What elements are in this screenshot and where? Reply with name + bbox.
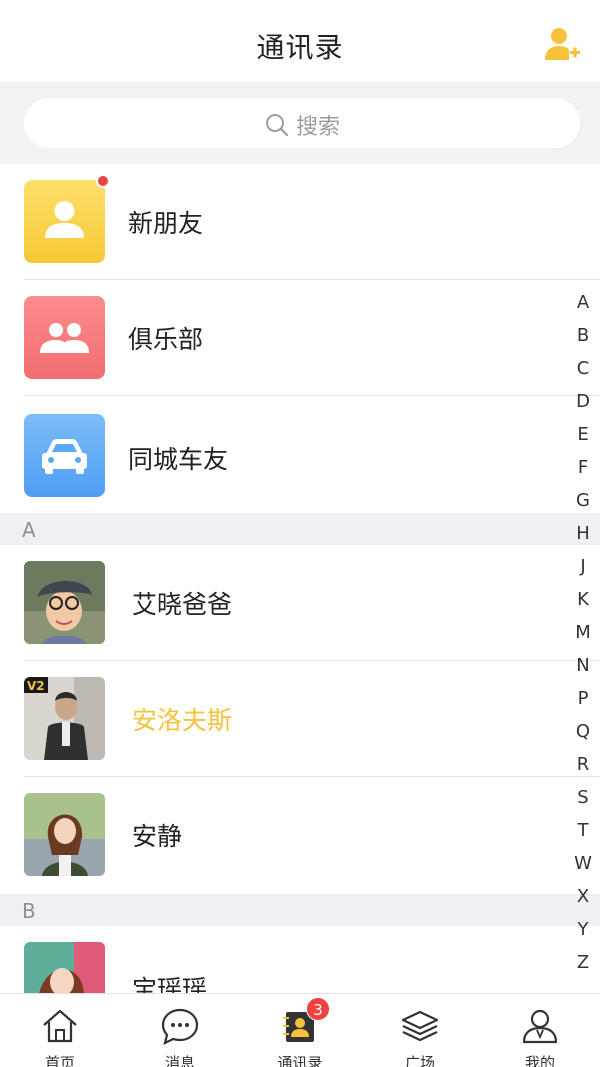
tab-square[interactable]: 广场 [360,994,480,1067]
section-letter: A [22,518,36,542]
avatar: V2 [24,677,105,760]
index-letter-a[interactable]: A [570,286,596,319]
index-letter-y[interactable]: Y [570,913,596,946]
index-letter-f[interactable]: F [570,451,596,484]
index-letter-g[interactable]: G [570,484,596,517]
add-user-icon[interactable] [542,26,582,66]
index-letter-s[interactable]: S [570,781,596,814]
contact-row[interactable]: 宝瑶瑶 [0,926,600,993]
search-area: 搜索 [0,82,600,164]
tab-home[interactable]: 首页 [0,994,120,1067]
page-title: 通讯录 [256,31,344,64]
section-header-b: B [0,894,600,926]
tab-messages[interactable]: 消息 [120,994,240,1067]
new-friend-dot-badge [96,174,110,188]
index-letter-e[interactable]: E [570,418,596,451]
car-icon [24,414,105,497]
tab-label: 我的 [524,1054,555,1067]
index-letter-b[interactable]: B [570,319,596,352]
search-input[interactable]: 搜索 [24,98,580,148]
tab-label: 消息 [164,1054,195,1067]
avatar [24,793,105,876]
index-letter-t[interactable]: T [570,814,596,847]
new-friends-label: 新朋友 [128,209,204,238]
search-icon [264,112,290,138]
index-letter-h[interactable]: H [570,517,596,550]
index-letter-p[interactable]: P [570,682,596,715]
club-label: 俱乐部 [128,325,204,354]
index-letter-j[interactable]: J [570,550,596,583]
bottom-tab-bar: 首页 消息 3 通讯录 广场 我的 [0,993,600,1067]
layers-icon [400,1006,440,1046]
person-icon [24,180,105,263]
club-row[interactable]: 俱乐部 [0,280,600,396]
contact-name: 宝瑶瑶 [132,975,208,993]
tab-contacts[interactable]: 3 通讯录 [240,994,360,1067]
index-letter-w[interactable]: W [570,847,596,880]
tab-label: 广场 [404,1054,435,1067]
section-header-a: A [0,513,600,545]
search-placeholder: 搜索 [295,115,340,140]
avatar [24,561,105,644]
index-letter-k[interactable]: K [570,583,596,616]
local-car-friends-row[interactable]: 同城车友 [0,396,600,512]
contact-row[interactable]: 艾晓爸爸 [0,545,600,661]
contact-name: 安静 [132,822,183,851]
index-letter-m[interactable]: M [570,616,596,649]
new-friends-row[interactable]: 新朋友 [0,164,600,280]
index-letter-c[interactable]: C [570,352,596,385]
chat-bubble-icon [160,1006,200,1046]
group-icon [24,296,105,379]
index-letter-n[interactable]: N [570,649,596,682]
contact-name: 安洛夫斯 [132,706,233,735]
contact-row[interactable]: 安静 [0,777,600,893]
index-letter-x[interactable]: X [570,880,596,913]
tab-label: 首页 [44,1054,75,1067]
tab-label: 通讯录 [277,1054,323,1067]
contact-name: 艾晓爸爸 [132,590,233,619]
profile-icon [520,1006,560,1046]
section-letter: B [22,899,36,923]
home-icon [40,1006,80,1046]
tab-profile[interactable]: 我的 [480,994,600,1067]
index-letter-r[interactable]: R [570,748,596,781]
index-letter-d[interactable]: D [570,385,596,418]
avatar [24,942,105,993]
unread-badge: 3 [306,997,330,1021]
alphabet-index-bar[interactable]: A B C D E F G H J K M N P Q R S T W X Y … [570,286,596,979]
vip-badge: V2 [27,679,45,693]
index-letter-q[interactable]: Q [570,715,596,748]
index-letter-z[interactable]: Z [570,946,596,979]
contact-row[interactable]: V2 安洛夫斯 [0,661,600,777]
local-car-friends-label: 同城车友 [128,445,229,474]
navigation-bar: 通讯录 [0,0,600,82]
